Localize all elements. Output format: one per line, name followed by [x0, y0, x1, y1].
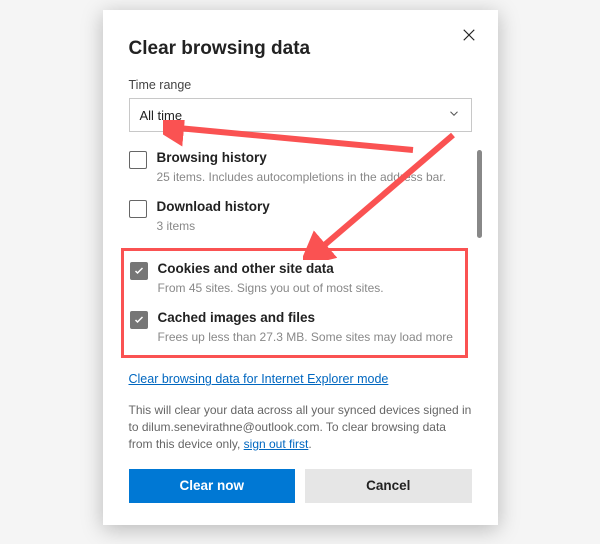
option-desc: 25 items. Includes autocompletions in th…: [157, 169, 447, 185]
option-cached: Cached images and files Frees up less th…: [130, 310, 459, 345]
close-button[interactable]: [460, 26, 482, 48]
footer-text: This will clear your data across all you…: [129, 402, 472, 452]
checkbox-browsing-history[interactable]: [129, 151, 147, 169]
time-range-select[interactable]: All time: [129, 98, 472, 132]
ie-mode-link[interactable]: Clear browsing data for Internet Explore…: [129, 372, 389, 386]
footer-email: dilum.senevirathne@outlook.com: [142, 420, 320, 434]
option-cookies: Cookies and other site data From 45 site…: [130, 261, 459, 296]
clear-browsing-data-dialog: Clear browsing data Time range All time …: [103, 10, 498, 525]
option-desc: From 45 sites. Signs you out of most sit…: [158, 280, 384, 296]
footer-suffix: .: [308, 437, 311, 451]
option-title: Browsing history: [157, 150, 447, 167]
dialog-title: Clear browsing data: [129, 38, 472, 60]
checkbox-cookies[interactable]: [130, 262, 148, 280]
annotation-highlight-box: Cookies and other site data From 45 site…: [121, 248, 468, 358]
chevron-down-icon: [447, 107, 461, 124]
checkbox-download-history[interactable]: [129, 200, 147, 218]
options-list: Browsing history 25 items. Includes auto…: [129, 150, 472, 358]
checkbox-cached[interactable]: [130, 311, 148, 329]
option-title: Download history: [157, 199, 270, 216]
option-title: Cookies and other site data: [158, 261, 384, 278]
dialog-buttons: Clear now Cancel: [129, 469, 472, 503]
time-range-label: Time range: [129, 78, 472, 92]
option-download-history: Download history 3 items: [129, 199, 460, 234]
option-browsing-history: Browsing history 25 items. Includes auto…: [129, 150, 460, 185]
option-desc: Frees up less than 27.3 MB. Some sites m…: [158, 329, 453, 345]
cancel-button[interactable]: Cancel: [305, 469, 472, 503]
sign-out-link[interactable]: sign out first: [244, 437, 309, 451]
option-desc: 3 items: [157, 218, 270, 234]
time-range-value: All time: [140, 108, 183, 123]
option-title: Cached images and files: [158, 310, 453, 327]
clear-now-button[interactable]: Clear now: [129, 469, 296, 503]
scrollbar-thumb[interactable]: [477, 150, 482, 238]
